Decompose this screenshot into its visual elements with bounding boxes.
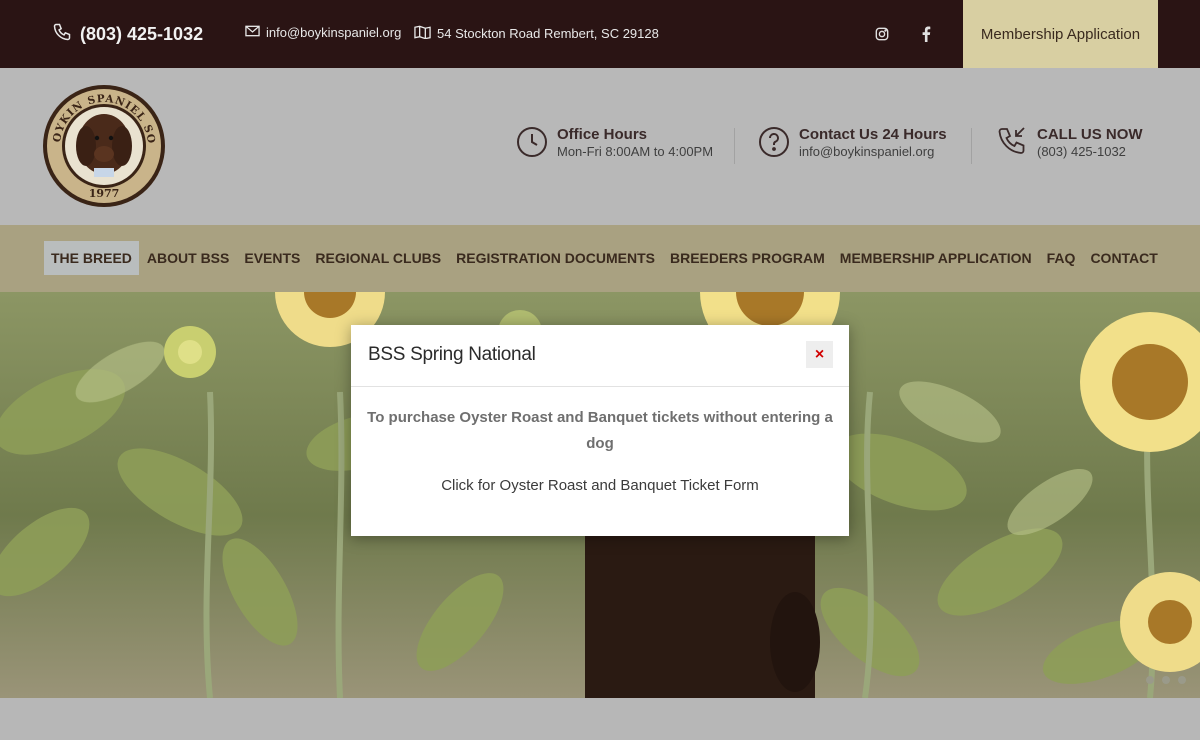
top-phone-text[interactable]: (803) 425-1032 [80, 24, 203, 45]
society-logo[interactable]: THE BOYKIN SPANIEL SOCIETY 1977 [37, 75, 166, 208]
question-icon [758, 126, 790, 163]
nav-item-membership-application[interactable]: MEMBERSHIP APPLICATION [833, 241, 1039, 275]
nav-item-about-bss[interactable]: ABOUT BSS [140, 241, 236, 275]
call-number[interactable]: (803) 425-1032 [1037, 144, 1143, 160]
top-address-text: 54 Stockton Road Rembert, SC 29128 [437, 26, 659, 41]
modal-body: To purchase Oyster Roast and Banquet tic… [351, 387, 849, 494]
divider [734, 128, 735, 164]
top-bar: (803) 425-1032 info@boykinspaniel.org 54… [0, 0, 1200, 68]
map-icon [414, 25, 431, 42]
nav-item-breeders-program[interactable]: BREEDERS PROGRAM [663, 241, 832, 275]
slider-dots[interactable] [1146, 676, 1186, 684]
divider [971, 128, 972, 164]
modal-message: To purchase Oyster Roast and Banquet tic… [367, 409, 833, 452]
header: THE BOYKIN SPANIEL SOCIETY 1977 Office H… [0, 68, 1200, 225]
nav-item-registration-documents[interactable]: REGISTRATION DOCUMENTS [449, 241, 662, 275]
slider-dot[interactable] [1146, 676, 1154, 684]
phone-call-icon [996, 126, 1028, 163]
office-hours-text: Mon-Fri 8:00AM to 4:00PM [557, 144, 714, 159]
main-nav: THE BREED ABOUT BSS EVENTS REGIONAL CLUB… [0, 225, 1200, 292]
nav-item-events[interactable]: EVENTS [237, 241, 307, 275]
top-address: 54 Stockton Road Rembert, SC 29128 [414, 25, 659, 42]
contact-title: Contact Us 24 Hours [799, 126, 947, 143]
slider-dot[interactable] [1162, 676, 1170, 684]
top-email-text[interactable]: info@boykinspaniel.org [266, 25, 401, 40]
office-hours-info: Office Hours Mon-Fri 8:00AM to 4:00PM [516, 126, 713, 163]
facebook-icon[interactable] [914, 22, 938, 46]
event-modal: BSS Spring National × To purchase Oyster… [351, 325, 849, 536]
membership-application-button[interactable]: Membership Application [963, 0, 1158, 68]
envelope-icon [245, 25, 260, 40]
ticket-form-link[interactable]: Click for Oyster Roast and Banquet Ticke… [367, 477, 833, 494]
content-band [0, 698, 1200, 740]
nav-item-contact[interactable]: CONTACT [1083, 241, 1164, 275]
close-icon[interactable]: × [815, 346, 824, 364]
nav-item-regional-clubs[interactable]: REGIONAL CLUBS [308, 241, 448, 275]
slider-dot[interactable] [1178, 676, 1186, 684]
nav-item-the-breed[interactable]: THE BREED [44, 241, 139, 275]
contact-info: Contact Us 24 Hours info@boykinspaniel.o… [758, 126, 947, 163]
modal-header: BSS Spring National × [351, 325, 849, 387]
nav-item-faq[interactable]: FAQ [1040, 241, 1083, 275]
logo-year: 1977 [89, 187, 120, 200]
clock-icon [516, 126, 548, 163]
top-email[interactable]: info@boykinspaniel.org [245, 25, 401, 40]
call-title: CALL US NOW [1037, 126, 1143, 143]
contact-email[interactable]: info@boykinspaniel.org [799, 144, 947, 160]
close-button[interactable]: × [806, 341, 833, 368]
modal-title: BSS Spring National [368, 344, 536, 365]
call-info: CALL US NOW (803) 425-1032 [996, 126, 1143, 163]
top-phone[interactable]: (803) 425-1032 [52, 22, 203, 47]
instagram-icon[interactable] [870, 22, 894, 46]
office-hours-title: Office Hours [557, 126, 648, 143]
phone-icon [52, 22, 72, 47]
